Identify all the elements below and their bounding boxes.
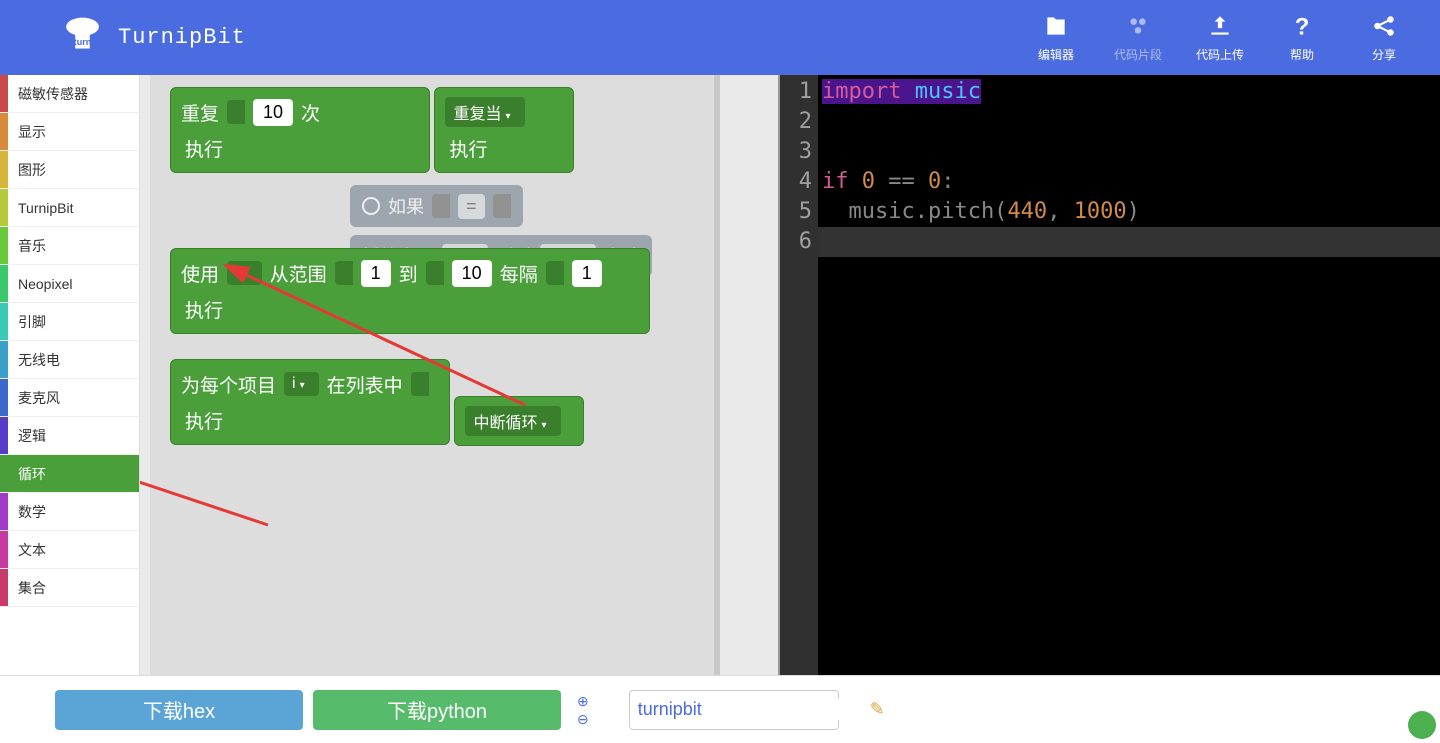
sidebar-label: 麦克风 [8, 388, 60, 408]
block-label: 次 [301, 99, 320, 126]
sidebar-label: 磁敏传感器 [8, 84, 88, 104]
sidebar: 磁敏传感器显示图形 TurnipBit 音乐 Neopixel 引脚无线电麦克风逻辑循环… [0, 75, 140, 675]
filename-box: ✎ [629, 690, 839, 730]
code-lines: import musicif 0 == 0: music.pitch(440, … [818, 75, 1440, 675]
nav-icon [1371, 12, 1397, 40]
sidebar-label: 图形 [8, 160, 46, 180]
sidebar-label: 集合 [8, 578, 46, 598]
nav-label: 分享 [1372, 46, 1396, 63]
block-for-range[interactable]: 使用 i 从范围 1 到 10 每隔 1 执行 [170, 248, 650, 334]
gear-icon[interactable] [362, 197, 380, 215]
download-python-button[interactable]: 下载python [313, 690, 561, 730]
sidebar-item-5[interactable]: Neopixel [0, 265, 139, 303]
block-label: 如果 [388, 193, 424, 219]
zoom-in-icon[interactable]: ⊕ [577, 692, 589, 710]
sidebar-item-12[interactable]: 文本 [0, 531, 139, 569]
block-label: 为每个项目 [181, 371, 276, 398]
sidebar-item-8[interactable]: 麦克风 [0, 379, 139, 417]
header: turn TurnipBit 编辑器 代码片段 代码上传? 帮助 分享 [0, 0, 1440, 75]
sidebar-item-7[interactable]: 无线电 [0, 341, 139, 379]
sidebar-label: 循环 [8, 464, 46, 484]
sidebar-label: Neopixel [8, 276, 72, 292]
block-label: 使用 [181, 260, 219, 287]
svg-text:turn: turn [74, 36, 92, 46]
block-label: 执行 [185, 407, 223, 434]
logo-icon: turn [55, 14, 110, 54]
block-repeat-times[interactable]: 重复 10 次 执行 [170, 87, 430, 173]
block-label: 执行 [449, 135, 487, 162]
sidebar-label: 数学 [8, 502, 46, 522]
pencil-icon[interactable]: ✎ [870, 699, 885, 720]
op-field[interactable]: = [458, 194, 485, 219]
footer: 下载hex 下载python ⊕ ⊖ ✎ [0, 675, 1440, 743]
block-label: 执行 [185, 296, 223, 323]
step-field[interactable]: 1 [572, 260, 602, 287]
sidebar-item-9[interactable]: 逻辑 [0, 417, 139, 455]
from-field[interactable]: 1 [361, 260, 391, 287]
sidebar-item-11[interactable]: 数学 [0, 493, 139, 531]
nav-item-0[interactable]: 编辑器 [1030, 12, 1082, 63]
nav-label: 代码上传 [1196, 46, 1244, 63]
nav-icon [1043, 12, 1069, 40]
block-label: 每隔 [500, 260, 538, 287]
nav-item-3[interactable]: ? 帮助 [1276, 12, 1328, 63]
sidebar-item-1[interactable]: 显示 [0, 113, 139, 151]
break-dropdown[interactable]: 中断循环 [465, 406, 560, 436]
block-label: 执行 [185, 135, 223, 162]
sidebar-item-6[interactable]: 引脚 [0, 303, 139, 341]
nav-icon: ? [1289, 12, 1315, 40]
app-title: TurnipBit [118, 25, 246, 50]
nav-item-2[interactable]: 代码上传 [1194, 12, 1246, 63]
zoom-out-icon[interactable]: ⊖ [577, 710, 589, 728]
block-repeat-while[interactable]: 重复当 执行 [434, 87, 574, 173]
filename-input[interactable] [638, 699, 870, 720]
nav-label: 代码片段 [1114, 46, 1162, 63]
sidebar-label: TurnipBit [8, 200, 74, 216]
nav-icon [1207, 12, 1233, 40]
download-hex-button[interactable]: 下载hex [55, 690, 303, 730]
svg-text:?: ? [1295, 14, 1310, 39]
sidebar-label: 引脚 [8, 312, 46, 332]
sidebar-label: 无线电 [8, 350, 60, 370]
to-field[interactable]: 10 [452, 260, 492, 287]
nav-icon [1124, 12, 1152, 40]
block-label: 在列表中 [327, 371, 403, 398]
sidebar-item-10[interactable]: 循环 [0, 455, 139, 493]
sidebar-label: 音乐 [8, 236, 46, 256]
nav-item-1[interactable]: 代码片段 [1112, 12, 1164, 63]
repeat-count-field[interactable]: 10 [253, 99, 293, 126]
line-gutter: 123456 [780, 75, 818, 675]
sidebar-item-13[interactable]: 集合 [0, 569, 139, 607]
sidebar-item-4[interactable]: 音乐 [0, 227, 139, 265]
sidebar-item-0[interactable]: 磁敏传感器 [0, 75, 139, 113]
block-label: 从范围 [270, 260, 327, 287]
for-var-dropdown[interactable]: i [227, 261, 262, 285]
blocks-workspace[interactable]: 重复 10 次 执行 如果 = [140, 75, 780, 675]
blocks-flyout: 重复 10 次 执行 如果 = [150, 75, 720, 675]
block-label: 重复 [181, 99, 219, 126]
sidebar-label: 显示 [8, 122, 46, 142]
repeat-while-dropdown[interactable]: 重复当 [445, 97, 524, 127]
block-label: 到 [399, 260, 418, 287]
corner-badge[interactable] [1408, 711, 1436, 739]
sidebar-label: 逻辑 [8, 426, 46, 446]
sidebar-item-3[interactable]: TurnipBit [0, 189, 139, 227]
foreach-var-dropdown[interactable]: i [284, 372, 319, 396]
sidebar-label: 文本 [8, 540, 46, 560]
ghost-block-if[interactable]: 如果 = [350, 185, 523, 227]
code-editor[interactable]: 123456 import musicif 0 == 0: music.pitc… [780, 75, 1440, 675]
block-break[interactable]: 中断循环 [454, 396, 584, 446]
header-nav: 编辑器 代码片段 代码上传? 帮助 分享 [1030, 12, 1440, 63]
nav-label: 编辑器 [1038, 46, 1074, 63]
sidebar-item-2[interactable]: 图形 [0, 151, 139, 189]
block-foreach[interactable]: 为每个项目 i 在列表中 执行 [170, 359, 450, 445]
nav-label: 帮助 [1290, 46, 1314, 63]
nav-item-4[interactable]: 分享 [1358, 12, 1410, 63]
